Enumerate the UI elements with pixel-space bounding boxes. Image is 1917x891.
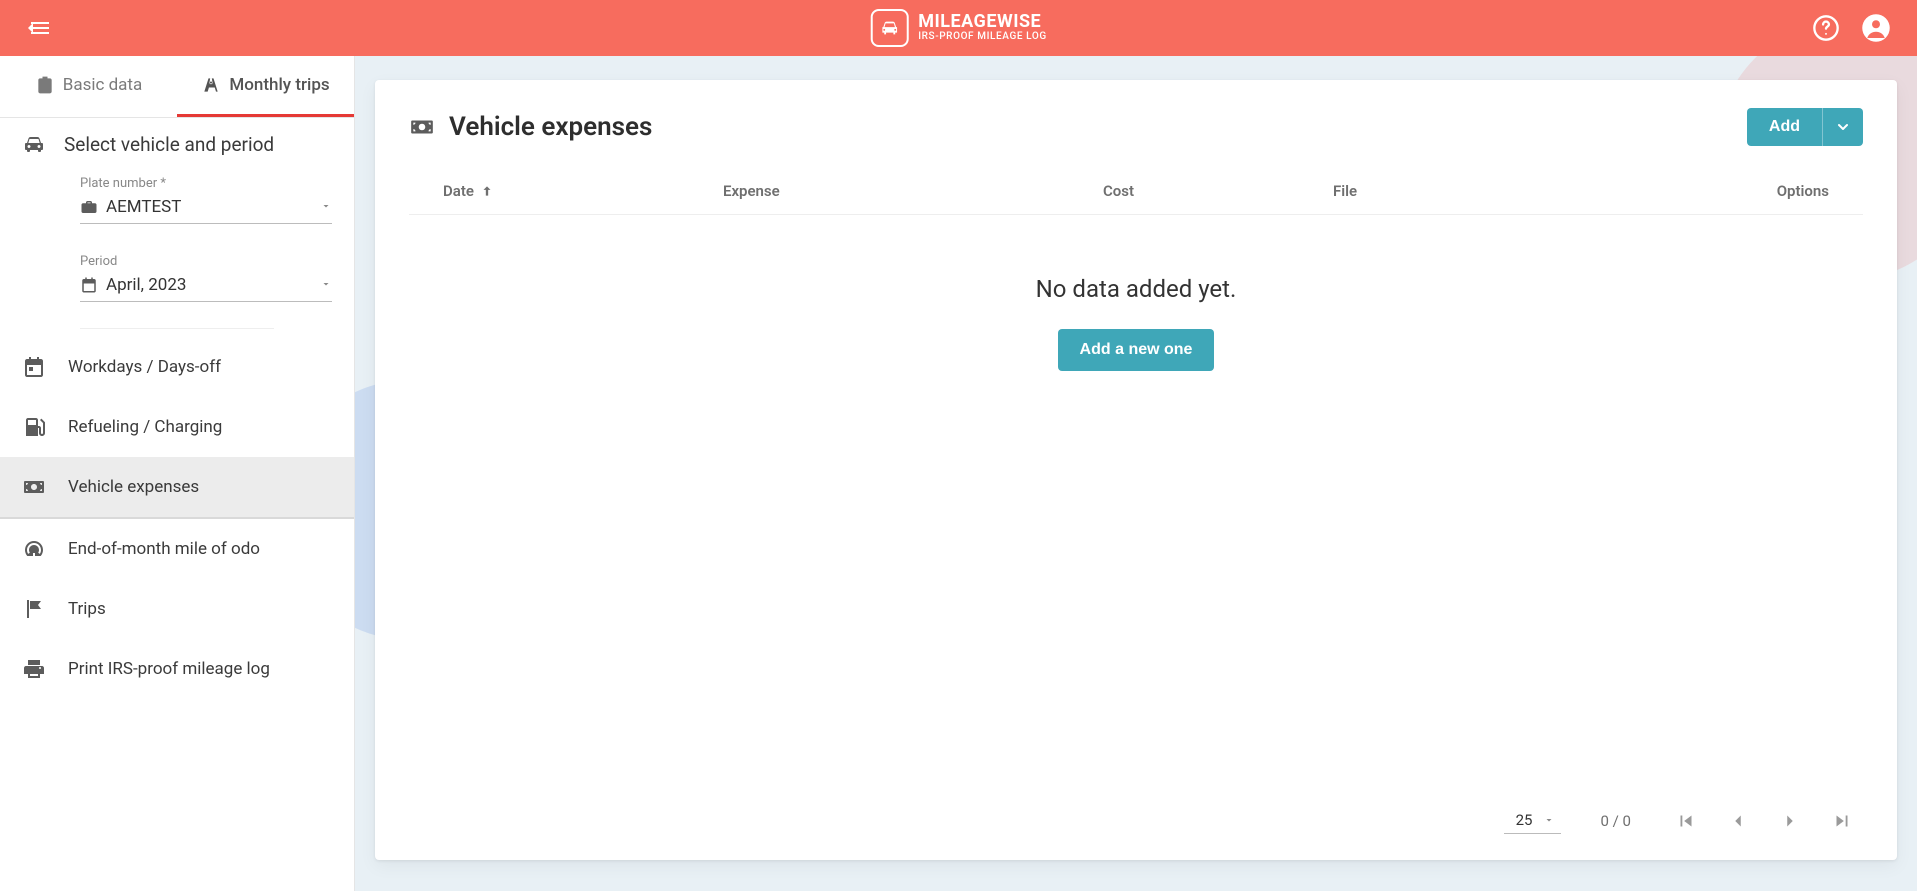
money-icon: [22, 475, 46, 499]
page-first-icon: [1675, 810, 1697, 832]
pager-buttons: [1671, 806, 1857, 836]
page-size-select[interactable]: 25: [1504, 809, 1561, 834]
page-range: 0 / 0: [1601, 812, 1632, 830]
brand-subtitle: IRS-PROOF MILEAGE LOG: [918, 32, 1047, 43]
chevron-down-icon: [1543, 814, 1555, 826]
nav-vehicle-expenses-label: Vehicle expenses: [68, 477, 199, 497]
brand-block: MILEAGEWISE IRS-PROOF MILEAGE LOG: [870, 9, 1047, 47]
table-header: Date Expense Cost File Options: [409, 182, 1863, 215]
add-new-one-button[interactable]: Add a new one: [1058, 329, 1215, 371]
add-dropdown-button[interactable]: [1822, 108, 1863, 146]
page-next-button[interactable]: [1775, 806, 1805, 836]
page-title: Vehicle expenses: [449, 112, 652, 142]
column-header-date[interactable]: Date: [443, 182, 723, 200]
empty-message: No data added yet.: [409, 275, 1863, 303]
nav-workdays-label: Workdays / Days-off: [68, 357, 221, 377]
brand-logo-icon: [870, 9, 908, 47]
sidebar: Basic data Monthly trips Select vehicle …: [0, 56, 355, 891]
menu-arrow-icon: [28, 16, 52, 40]
nav-refueling-label: Refueling / Charging: [68, 417, 222, 437]
clipboard-icon: [35, 75, 55, 95]
empty-state: No data added yet. Add a new one: [409, 215, 1863, 371]
column-header-expense[interactable]: Expense: [723, 182, 1103, 200]
brand-title: MILEAGEWISE: [918, 13, 1047, 32]
plate-number-value: AEMTEST: [106, 197, 181, 217]
chevron-right-icon: [1779, 810, 1801, 832]
app-header: MILEAGEWISE IRS-PROOF MILEAGE LOG: [0, 0, 1917, 56]
nav-workdays[interactable]: Workdays / Days-off: [0, 337, 354, 397]
nav-print-label: Print IRS-proof mileage log: [68, 659, 270, 679]
tab-monthly-label: Monthly trips: [229, 75, 329, 95]
select-vehicle-label: Select vehicle and period: [64, 133, 274, 156]
tab-monthly-trips[interactable]: Monthly trips: [177, 56, 354, 117]
calendar-check-icon: [22, 355, 46, 379]
select-vehicle-header: Select vehicle and period: [0, 118, 354, 170]
period-select[interactable]: April, 2023: [80, 271, 332, 302]
chevron-down-icon: [320, 197, 332, 217]
sidebar-nav: Workdays / Days-off Refueling / Charging…: [0, 331, 354, 699]
print-icon: [22, 657, 46, 681]
divider: [80, 328, 274, 329]
column-header-cost[interactable]: Cost: [1103, 182, 1333, 200]
chevron-down-icon: [1835, 119, 1851, 135]
nav-vehicle-expenses[interactable]: Vehicle expenses: [0, 457, 354, 519]
page-last-button[interactable]: [1827, 806, 1857, 836]
main-panel: Vehicle expenses Add Date Expense Cost F…: [375, 80, 1897, 860]
account-button[interactable]: [1859, 11, 1893, 45]
money-icon: [409, 114, 435, 140]
calendar-icon: [80, 276, 98, 294]
road-icon: [201, 75, 221, 95]
car-icon: [22, 132, 46, 156]
page-size-value: 25: [1516, 811, 1533, 829]
tab-basic-data[interactable]: Basic data: [0, 56, 177, 117]
fuel-pump-icon: [22, 415, 46, 439]
nav-odo[interactable]: End-of-month mile of odo: [0, 519, 354, 579]
tab-basic-label: Basic data: [63, 75, 143, 95]
column-header-file[interactable]: File: [1333, 182, 1739, 200]
briefcase-icon: [80, 198, 98, 216]
sort-arrow-up-icon: [480, 184, 494, 198]
page-first-button[interactable]: [1671, 806, 1701, 836]
period-value: April, 2023: [106, 275, 186, 295]
chevron-left-icon: [1727, 810, 1749, 832]
nav-print[interactable]: Print IRS-proof mileage log: [0, 639, 354, 699]
help-icon: [1812, 14, 1840, 42]
menu-toggle-button[interactable]: [24, 12, 56, 44]
flag-icon: [22, 597, 46, 621]
nav-trips[interactable]: Trips: [0, 579, 354, 639]
help-button[interactable]: [1809, 11, 1843, 45]
odometer-icon: [22, 537, 46, 561]
add-button-group: Add: [1747, 108, 1863, 146]
account-icon: [1861, 13, 1891, 43]
page-last-icon: [1831, 810, 1853, 832]
chevron-down-icon: [320, 275, 332, 295]
period-label: Period: [80, 254, 332, 269]
nav-odo-label: End-of-month mile of odo: [68, 539, 260, 559]
plate-number-select[interactable]: AEMTEST: [80, 193, 332, 224]
nav-refueling[interactable]: Refueling / Charging: [0, 397, 354, 457]
page-prev-button[interactable]: [1723, 806, 1753, 836]
column-header-options: Options: [1739, 182, 1829, 200]
sidebar-tabs: Basic data Monthly trips: [0, 56, 354, 118]
plate-number-label: Plate number *: [80, 176, 332, 191]
nav-trips-label: Trips: [68, 599, 106, 619]
add-button[interactable]: Add: [1747, 108, 1822, 146]
pagination-bar: 25 0 / 0: [409, 792, 1863, 840]
